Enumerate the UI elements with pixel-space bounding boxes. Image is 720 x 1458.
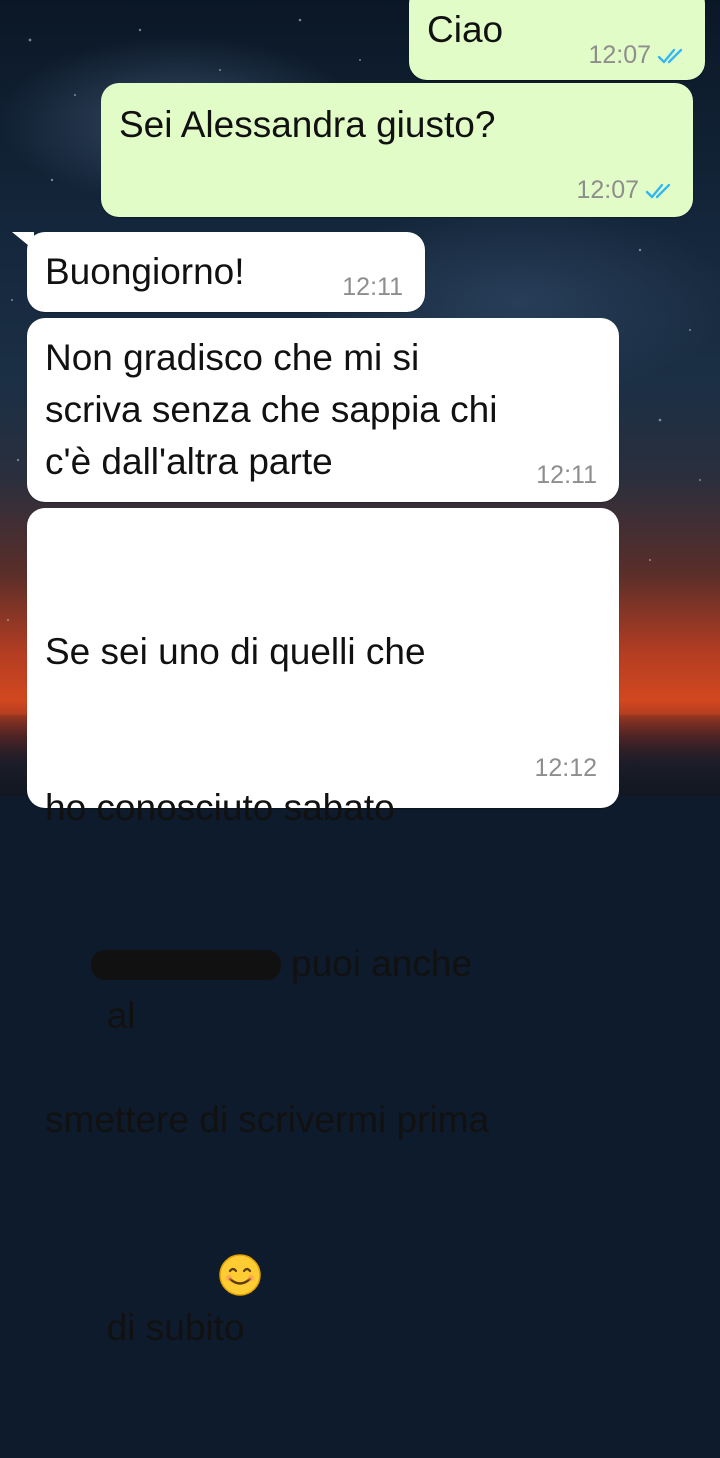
bubble-tail	[700, 0, 720, 4]
message-text: Sei Alessandra giusto?	[119, 104, 496, 145]
message-line-part: puoi anche	[291, 943, 473, 984]
message-line: Se sei uno di quelli che	[45, 631, 426, 672]
message-time: 12:11	[342, 273, 403, 301]
smiling-face-icon	[219, 1254, 261, 1296]
message-line: di subito	[45, 1250, 605, 1348]
message-incoming[interactable]: Buongiorno! 12:11	[27, 232, 425, 312]
message-meta: 12:11	[536, 461, 597, 490]
message-text: Se sei uno di quelli che ho conosciuto s…	[45, 522, 605, 1406]
message-meta: 12:07	[588, 41, 691, 70]
message-outgoing[interactable]: Ciao 12:07	[409, 0, 705, 80]
read-ticks-icon	[657, 48, 683, 63]
message-incoming[interactable]: Se sei uno di quelli che ho conosciuto s…	[27, 508, 619, 1348]
message-line: smettere di scrivermi prima	[45, 1099, 490, 1140]
read-ticks-icon	[645, 183, 671, 198]
message-time: 12:07	[576, 176, 639, 204]
message-time: 12:07	[588, 41, 651, 69]
message-meta: 12:12	[534, 754, 597, 783]
message-line-part: al	[106, 995, 136, 1036]
message-text: Buongiorno!	[45, 251, 245, 292]
message-text: Ciao	[427, 9, 504, 50]
redaction-mark	[91, 950, 281, 980]
message-time: 12:11	[536, 461, 597, 489]
message-meta: 12:07	[576, 176, 679, 205]
message-outgoing[interactable]: Sei Alessandra giusto? 12:07	[101, 83, 693, 217]
message-line: ho conosciuto sabato	[45, 787, 395, 828]
message-time: 12:12	[534, 754, 597, 782]
message-text: Non gradisco che mi si scriva senza che …	[45, 337, 498, 482]
message-line: al puoi anche	[45, 938, 605, 1036]
message-meta: 12:11	[342, 273, 403, 302]
message-incoming[interactable]: Non gradisco che mi si scriva senza che …	[27, 318, 619, 502]
message-line-part: di subito	[106, 1307, 245, 1348]
